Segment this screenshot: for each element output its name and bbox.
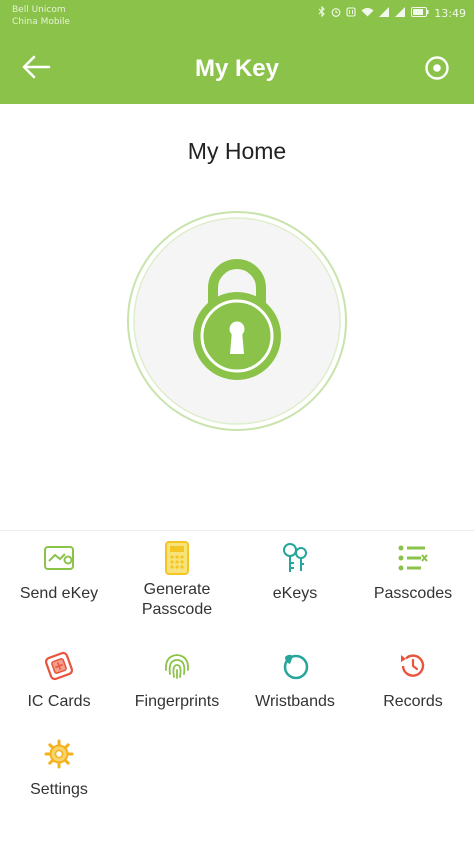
- signal-icon: [379, 6, 390, 20]
- clock-time: 13:49: [434, 6, 466, 20]
- menu-item-wristbands[interactable]: Wristbands: [236, 648, 354, 712]
- menu-item-fingerprints[interactable]: Fingerprints: [118, 648, 236, 712]
- lock-settings-icon: [424, 55, 450, 86]
- menu-item-label: Fingerprints: [134, 693, 220, 710]
- menu-item-ic-cards[interactable]: IC Cards: [0, 648, 118, 712]
- send-ekey-icon: [41, 540, 77, 576]
- unlock-button[interactable]: [126, 210, 348, 432]
- menu-item-settings[interactable]: Settings: [0, 736, 118, 800]
- menu-item-label: Settings: [30, 781, 88, 798]
- page-title: My Key: [194, 55, 280, 82]
- menu-item-label: eKeys: [272, 585, 318, 602]
- menu-item-label: IC Cards: [27, 693, 91, 710]
- menu-item-label: Generate Passcode: [141, 581, 213, 618]
- padlock-icon: [127, 211, 347, 431]
- menu-item-records[interactable]: Records: [354, 648, 472, 712]
- records-icon: [395, 648, 431, 684]
- app-header: Bell Unicom China Mobile 13:49 My Key: [0, 0, 474, 104]
- generate-passcode-icon: [159, 540, 195, 576]
- ekeys-icon: [277, 540, 313, 576]
- nfc-icon: [346, 6, 356, 20]
- menu-item-send-ekey[interactable]: Send eKey: [0, 540, 118, 604]
- menu-item-generate-passcode[interactable]: Generate Passcode: [118, 540, 236, 620]
- menu-item-label: Wristbands: [255, 693, 335, 710]
- menu-item-passcodes[interactable]: Passcodes: [354, 540, 472, 604]
- bluetooth-icon: [318, 5, 326, 20]
- status-icons: 13:49: [318, 5, 466, 20]
- gear-icon: [41, 736, 77, 772]
- menu-item-label: Records: [383, 693, 443, 710]
- signal-icon: [395, 6, 406, 20]
- ic-cards-icon: [41, 648, 77, 684]
- passcodes-icon: [395, 540, 431, 576]
- wifi-icon: [361, 7, 374, 20]
- carrier-2: China Mobile: [12, 17, 71, 27]
- menu-item-ekeys[interactable]: eKeys: [236, 540, 354, 604]
- wristband-icon: [277, 648, 313, 684]
- alarm-icon: [331, 7, 341, 20]
- menu-item-label: Passcodes: [373, 585, 453, 602]
- lock-name: My Home: [187, 138, 287, 164]
- carrier-info: Bell Unicom China Mobile: [12, 4, 70, 28]
- fingerprint-icon: [159, 648, 195, 684]
- divider: [0, 530, 474, 531]
- battery-icon: [411, 6, 429, 20]
- menu-item-label: Send eKey: [19, 585, 99, 602]
- lock-settings-button[interactable]: [422, 55, 452, 85]
- carrier-1: Bell Unicom: [12, 5, 66, 15]
